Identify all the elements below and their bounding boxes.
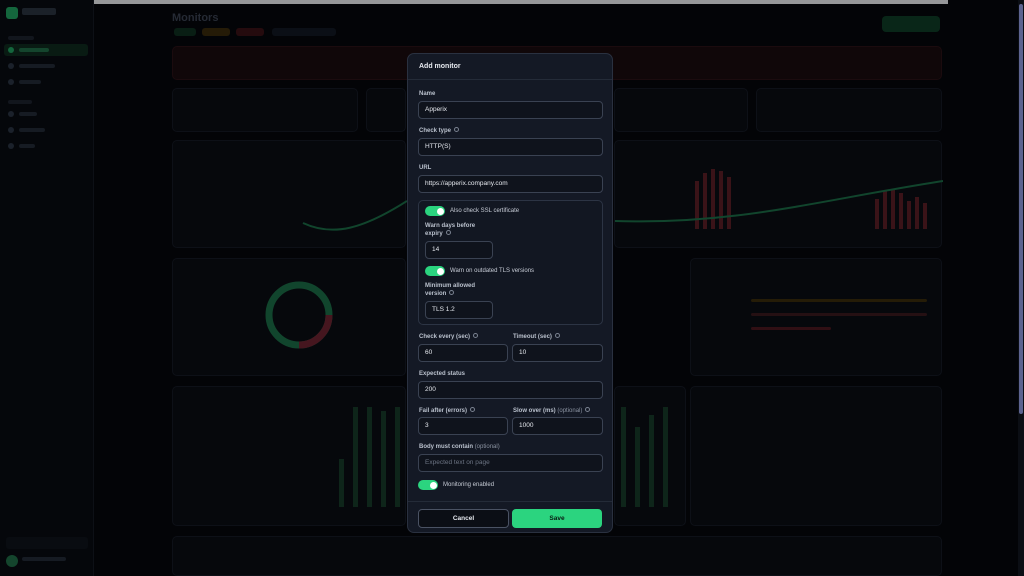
min-version-label-line2: version bbox=[425, 290, 455, 297]
ssl-check-toggle[interactable] bbox=[425, 206, 445, 216]
cancel-button[interactable]: Cancel bbox=[418, 509, 509, 528]
scrollbar-thumb[interactable] bbox=[1019, 4, 1023, 414]
timeout-label: Timeout (sec) bbox=[513, 333, 560, 340]
timeout-input[interactable]: 10 bbox=[512, 344, 603, 362]
name-label: Name bbox=[419, 91, 436, 97]
body-contains-label: Body must contain (optional) bbox=[419, 444, 500, 450]
info-icon[interactable] bbox=[445, 230, 451, 235]
dialog-header: Add monitor bbox=[408, 54, 612, 80]
slow-over-label: Slow over (ms) (optional) bbox=[513, 407, 591, 414]
info-icon[interactable] bbox=[454, 127, 460, 132]
monitoring-enabled-label: Monitoring enabled bbox=[443, 482, 495, 488]
warn-days-label-line2: expiry bbox=[425, 230, 451, 237]
add-monitor-dialog: Add monitor Name Apperix Check type HTTP… bbox=[407, 53, 613, 533]
url-label: URL bbox=[419, 165, 432, 171]
check-type-select[interactable]: HTTP(S) bbox=[418, 138, 603, 156]
dialog-footer-divider bbox=[408, 501, 612, 502]
info-icon[interactable] bbox=[585, 407, 591, 412]
dialog-title: Add monitor bbox=[419, 63, 461, 70]
min-version-select[interactable]: TLS 1.2 bbox=[425, 301, 493, 319]
info-icon[interactable] bbox=[449, 290, 455, 295]
check-every-label: Check every (sec) bbox=[419, 333, 479, 340]
expected-status-label: Expected status bbox=[419, 371, 466, 377]
fail-after-input[interactable]: 3 bbox=[418, 417, 508, 435]
body-contains-input[interactable]: Expected text on page bbox=[418, 454, 603, 472]
warn-days-input[interactable]: 14 bbox=[425, 241, 493, 259]
expected-status-input[interactable]: 200 bbox=[418, 381, 603, 399]
save-button[interactable]: Save bbox=[512, 509, 602, 528]
info-icon[interactable] bbox=[554, 333, 560, 338]
ssl-check-label: Also check SSL certificate bbox=[450, 208, 520, 214]
monitoring-enabled-toggle[interactable] bbox=[418, 480, 438, 490]
info-icon[interactable] bbox=[473, 333, 479, 338]
tls-warning-toggle[interactable] bbox=[425, 266, 445, 276]
slow-over-input[interactable]: 1000 bbox=[512, 417, 603, 435]
fail-after-label: Fail after (errors) bbox=[419, 407, 476, 414]
ssl-options-panel: Also check SSL certificate Warn days bef… bbox=[418, 200, 603, 325]
scrollbar[interactable] bbox=[1018, 0, 1024, 576]
info-icon[interactable] bbox=[470, 407, 476, 412]
warn-days-label: Warn days before bbox=[425, 223, 476, 229]
min-version-label: Minimum allowed bbox=[425, 283, 476, 289]
name-input[interactable]: Apperix bbox=[418, 101, 603, 119]
url-input[interactable]: https://apperix.company.com bbox=[418, 175, 603, 193]
tls-warning-label: Warn on outdated TLS versions bbox=[450, 268, 535, 274]
check-type-label: Check type bbox=[419, 127, 460, 134]
check-every-input[interactable]: 60 bbox=[418, 344, 508, 362]
